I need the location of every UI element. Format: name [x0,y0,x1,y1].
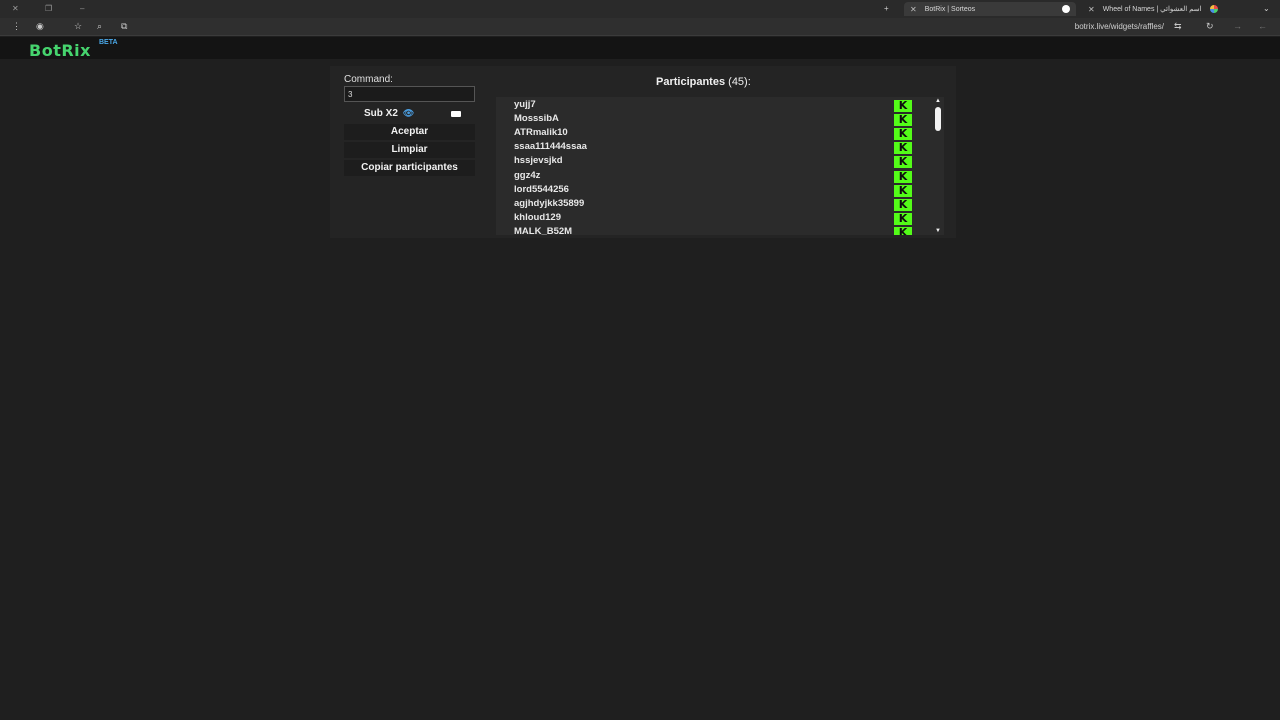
command-input[interactable] [344,86,475,102]
browser-tabstrip: ✕ ❐ ‒ + ✕ BotRix | Sorteos ✕ Wheel of Na… [0,0,1280,18]
participant-name: khloud129 [514,211,561,223]
scroll-up-icon[interactable]: ▲ [934,98,942,104]
address-bar[interactable]: botrix.live/widgets/raffles/ [1075,22,1164,31]
window-close-icon[interactable]: ✕ [12,4,19,13]
participant-name: MALK_B52M [514,225,573,235]
kick-platform-icon: K [894,170,912,183]
participant-name: agjhdyjkk35899 [514,197,585,209]
command-label: Command: [344,74,393,85]
participant-name: lord5544256 [514,183,569,195]
tab-list-chevron-icon[interactable]: ⌄ [1263,4,1270,13]
tab-botrix[interactable]: ✕ BotRix | Sorteos [904,2,1076,16]
kick-platform-icon: K [894,184,912,197]
scroll-down-icon[interactable]: ▼ [934,228,942,234]
participants-heading: Participantes [656,76,726,88]
visibility-icon[interactable]: ◉ [36,21,44,32]
participant-name: ggz4z [514,169,541,181]
tab-favicon-icon [1062,5,1070,13]
tab-label: Wheel of Names | اسم العشوائي [1102,6,1202,13]
new-tab-icon[interactable]: + [884,4,889,13]
tab-close-icon[interactable]: ✕ [1088,5,1095,14]
clear-button[interactable]: Limpiar [344,142,475,158]
participants-list[interactable]: yujj7 K MosssibA K ATRmalik10 Kssaa111444ssaa… [496,97,944,235]
kick-platform-icon: K [894,142,912,155]
bookmark-star-icon[interactable]: ☆ [74,21,82,32]
extensions-icon[interactable]: ⧉ [121,21,127,32]
scroll-thumb[interactable] [935,107,941,131]
site-settings-icon[interactable]: ⇆ [1174,21,1182,32]
window-restore-icon[interactable]: ❐ [45,4,52,13]
tab-close-icon[interactable]: ✕ [910,5,917,14]
kick-platform-icon: K [894,156,912,169]
sub-x2-option: Sub X2 👁︎ [364,108,414,119]
eye-icon[interactable]: 👁︎ [403,108,414,119]
tab-wheel-of-names[interactable]: ✕ Wheel of Names | اسم العشوائي [1082,2,1252,16]
menu-kebab-icon[interactable]: ⋮ [12,21,21,32]
copy-participants-button[interactable]: Copiar participantes [344,160,475,176]
participant-name: ATRmalik10 [514,127,568,139]
participants-count: (45): [728,76,751,88]
tab-label: BotRix | Sorteos [924,5,976,13]
back-icon[interactable]: ← [1258,21,1267,31]
participant-name: MosssibA [514,113,559,125]
browser-toolbar: ⋮ ◉ ☆ ⌕ ⧉ botrix.live/widgets/raffles/ ⇆… [0,18,1280,36]
botrix-logo[interactable]: BotRix [29,41,91,60]
kick-platform-icon: K [894,212,912,225]
forward-icon[interactable]: → [1233,21,1242,31]
beta-badge: BETA [99,39,118,46]
accept-button[interactable]: Aceptar [344,124,475,140]
participants-scrollbar[interactable]: ▲ ▼ [932,97,944,235]
kick-platform-icon: K [894,100,912,112]
window-minimize-icon[interactable]: ‒ [80,4,84,13]
kick-platform-icon: K [894,226,912,235]
reload-icon[interactable]: ↻ [1206,21,1214,32]
kick-platform-icon: K [894,128,912,141]
participants-title: Participantes (45): [656,76,751,88]
kick-platform-icon: K [894,114,912,127]
sub-x2-toggle[interactable] [451,111,461,117]
sub-x2-label: Sub X2 [364,108,398,119]
zoom-icon[interactable]: ⌕ [97,21,102,32]
participant-name: hssjevsjkd [514,155,563,167]
wheel-favicon-icon [1209,5,1218,13]
raffle-widget: Command: Sub X2 👁︎ Aceptar Limpiar Copia… [330,66,956,238]
kick-platform-icon: K [894,198,912,211]
participant-name: ssaa111444ssaa [514,141,587,153]
site-header: BotRix BETA [0,37,1280,60]
participant-name: yujj7 [514,99,536,110]
